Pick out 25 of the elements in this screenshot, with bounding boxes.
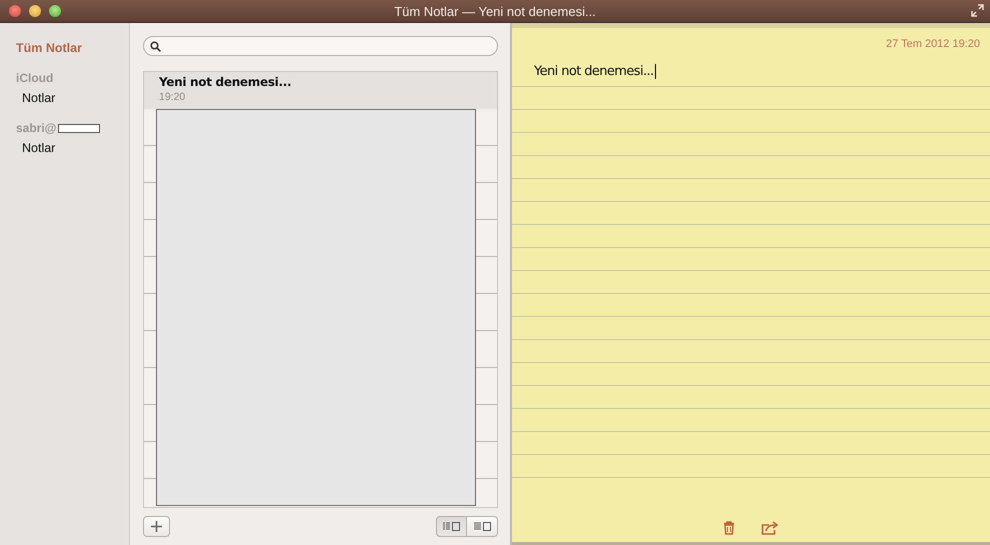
- window-title: Tüm Notlar — Yeni not denemesi...: [394, 4, 596, 18]
- redaction-box: [58, 124, 100, 132]
- view-toggle-button[interactable]: [467, 516, 498, 537]
- account-header: sabri@: [16, 121, 56, 135]
- plus-icon: [151, 521, 162, 532]
- search-icon: [150, 40, 161, 52]
- note-time: 19:20: [159, 91, 186, 103]
- zoom-button[interactable]: [49, 5, 61, 17]
- minimize-button[interactable]: [29, 5, 41, 17]
- close-button[interactable]: [9, 5, 21, 17]
- fullscreen-icon[interactable]: [971, 4, 984, 17]
- note-date: 27 Tem 2012 19:20: [886, 38, 980, 50]
- note-list-item[interactable]: Yeni not denemesi... 19:20: [144, 72, 497, 109]
- note-text[interactable]: Yeni not denemesi...: [534, 64, 656, 79]
- add-note-button[interactable]: [143, 516, 170, 537]
- list-view-icon: [443, 522, 460, 531]
- section-header: iCloud: [15, 70, 54, 87]
- trash-icon[interactable]: [723, 521, 735, 535]
- share-icon[interactable]: [761, 521, 779, 535]
- view-toggle-button[interactable]: [436, 516, 467, 537]
- preview-view-icon: [474, 522, 490, 531]
- sidebar-item[interactable]: Notlar: [0, 137, 129, 159]
- search-field[interactable]: [143, 36, 498, 56]
- sidebar-item[interactable]: Notlar: [0, 87, 129, 109]
- note-title: Yeni not denemesi...: [159, 75, 292, 89]
